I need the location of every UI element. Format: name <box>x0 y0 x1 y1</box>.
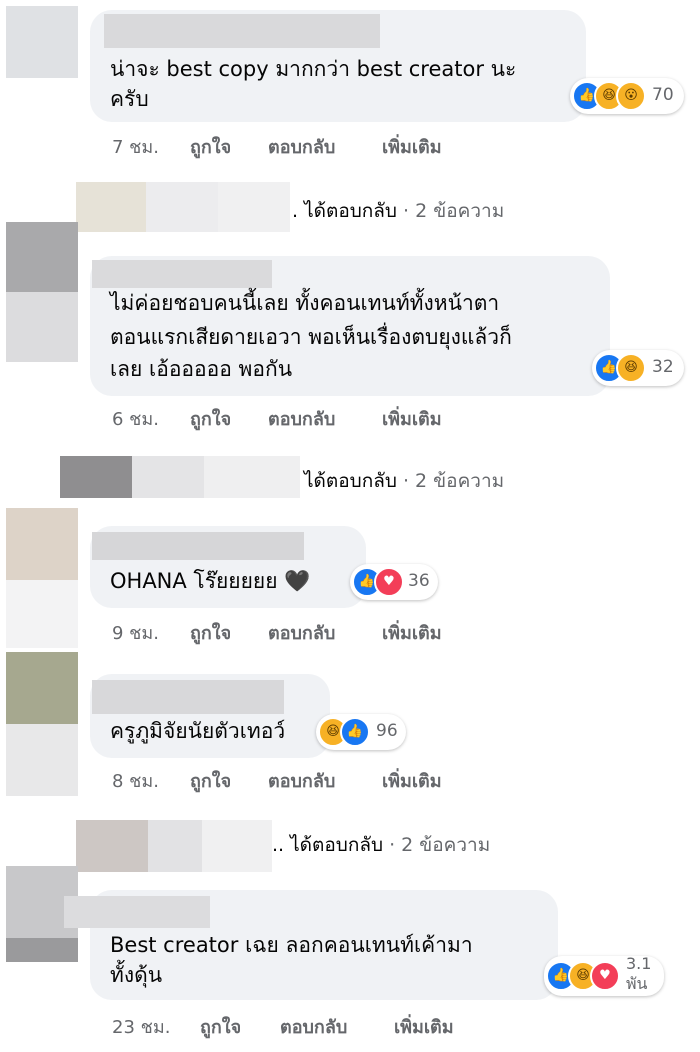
avatar[interactable] <box>6 6 78 78</box>
reply-button[interactable]: ตอบกลับ <box>280 1012 347 1041</box>
reaction-count-unit: พัน <box>626 974 648 993</box>
timestamp[interactable]: 7 ชม. <box>112 132 159 161</box>
reaction-count: 36 <box>408 571 430 591</box>
reaction-summary[interactable]: 👍 😆 😮 70 <box>570 78 684 114</box>
reply-button[interactable]: ตอบกลับ <box>268 618 335 647</box>
more-button[interactable]: เพิ่มเติม <box>382 404 442 433</box>
comment-actions: 6 ชม. ถูกใจ ตอบกลับ เพิ่มเติม <box>112 404 512 430</box>
avatar[interactable] <box>6 222 78 362</box>
avatar[interactable] <box>6 652 78 796</box>
comment-text: OHANA โร๊ยยยยย 🖤 <box>110 569 311 593</box>
reply-button[interactable]: ตอบกลับ <box>268 404 335 433</box>
reply-button[interactable]: ตอบกลับ <box>268 132 335 161</box>
commenter-name-blurred[interactable] <box>64 896 210 928</box>
reply-button[interactable]: ตอบกลับ <box>268 766 335 795</box>
view-replies-link[interactable]: . ได้ตอบกลับ · 2 ข้อความ <box>292 196 504 226</box>
haha-icon: 😆 <box>616 353 646 383</box>
reaction-summary[interactable]: 👍 ♥ 36 <box>350 564 438 600</box>
reply-avatars-blurred[interactable] <box>76 820 272 872</box>
timestamp[interactable]: 6 ชม. <box>112 404 159 433</box>
comment-text: ครับ <box>110 87 149 111</box>
more-button[interactable]: เพิ่มเติม <box>394 1012 454 1041</box>
avatar[interactable] <box>6 508 78 648</box>
reaction-count: 32 <box>652 357 674 377</box>
commenter-name-blurred[interactable] <box>104 14 380 48</box>
reaction-count: 3.1 <box>626 954 652 973</box>
view-replies-link[interactable]: .. ได้ตอบกลับ · 2 ข้อความ <box>272 830 490 860</box>
like-button[interactable]: ถูกใจ <box>190 618 231 647</box>
commenter-name-blurred[interactable] <box>92 260 272 288</box>
reaction-summary[interactable]: 👍 😆 32 <box>592 350 684 386</box>
comment-actions: 23 ชม. ถูกใจ ตอบกลับ เพิ่มเติม <box>112 1012 512 1038</box>
comment-text: เลย เอ้อออออ พอกัน <box>110 357 293 381</box>
love-icon: ♥ <box>590 961 620 991</box>
comment-actions: 8 ชม. ถูกใจ ตอบกลับ เพิ่มเติม <box>112 766 512 792</box>
like-button[interactable]: ถูกใจ <box>190 766 231 795</box>
like-button[interactable]: ถูกใจ <box>200 1012 241 1041</box>
more-button[interactable]: เพิ่มเติม <box>382 618 442 647</box>
comment-actions: 9 ชม. ถูกใจ ตอบกลับ เพิ่มเติม <box>112 618 512 644</box>
comment-text: ไม่ค่อยชอบคนนี้เลย ทั้งคอนเทนท์ทั้งหน้าต… <box>110 291 500 315</box>
timestamp[interactable]: 8 ชม. <box>112 766 159 795</box>
like-button[interactable]: ถูกใจ <box>190 404 231 433</box>
like-button[interactable]: ถูกใจ <box>190 132 231 161</box>
reaction-summary[interactable]: 👍 😆 ♥ 3.1 พัน <box>544 954 664 996</box>
reply-avatars-blurred[interactable] <box>60 456 300 498</box>
reaction-count: 70 <box>652 85 674 105</box>
reaction-summary[interactable]: 😆 👍 96 <box>316 714 406 750</box>
more-button[interactable]: เพิ่มเติม <box>382 766 442 795</box>
wow-icon: 😮 <box>616 81 646 111</box>
reaction-count: 96 <box>376 721 398 741</box>
comment-text: ตอนแรกเสียดายเอวา พอเห็นเรื่องตบยุงแล้วก… <box>110 325 512 349</box>
commenter-name-blurred[interactable] <box>92 680 284 714</box>
comment-text: น่าจะ best copy มากกว่า best creator นะ <box>110 57 517 81</box>
comment-text: ครูภูมิจัยนัยตัวเทอว์ <box>110 719 286 743</box>
commenter-name-blurred[interactable] <box>92 532 304 560</box>
view-replies-link[interactable]: ได้ตอบกลับ · 2 ข้อความ <box>304 466 504 496</box>
comment-text: Best creator เฉย ลอกคอนเทนท์เค้ามา <box>110 933 473 957</box>
reply-avatars-blurred[interactable] <box>76 182 290 232</box>
comment-actions: 7 ชม. ถูกใจ ตอบกลับ เพิ่มเติม <box>112 132 512 158</box>
timestamp[interactable]: 9 ชม. <box>112 618 159 647</box>
love-icon: ♥ <box>374 567 404 597</box>
like-icon: 👍 <box>340 717 370 747</box>
more-button[interactable]: เพิ่มเติม <box>382 132 442 161</box>
comment-text: ทั้งดุ้น <box>110 963 163 987</box>
timestamp[interactable]: 23 ชม. <box>112 1012 170 1041</box>
